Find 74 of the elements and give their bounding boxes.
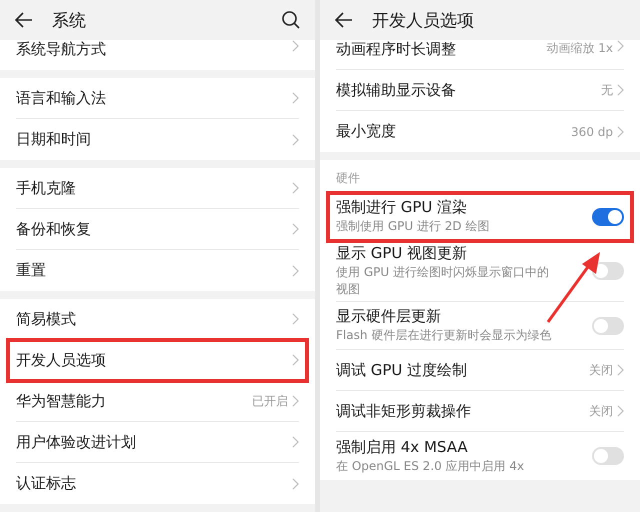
chevron-icon — [292, 395, 299, 407]
row-description: 使用 GPU 进行绘图时闪烁显示窗口中的视图 — [336, 264, 550, 298]
settings-row[interactable]: 调试 GPU 过度绘制 关闭 — [336, 350, 624, 391]
row-title: 重置 — [16, 261, 47, 280]
row-title: 模拟辅助显示设备 — [336, 80, 457, 100]
settings-row[interactable]: 调试非矩形剪裁操作 关闭 — [336, 391, 624, 432]
row-title: 用户体验改进计划 — [16, 432, 137, 452]
chevron-icon — [292, 134, 299, 146]
row-title: 调试 GPU 过度绘制 — [336, 360, 468, 380]
chevron-icon — [617, 126, 624, 138]
toggle-switch[interactable] — [592, 316, 624, 334]
row-title: 华为智慧能力 — [16, 392, 107, 410]
chevron-icon — [617, 405, 624, 417]
row-value: 动画缩放 1x — [546, 40, 613, 57]
row-title: 显示 GPU 视图更新 — [336, 244, 468, 263]
settings-row[interactable]: 日期和时间 — [16, 119, 299, 160]
page-title: 开发人员选项 — [372, 10, 475, 32]
settings-row[interactable]: 语言和输入法 — [16, 78, 299, 119]
toggle-switch[interactable] — [592, 262, 624, 280]
settings-row[interactable]: 动画程序时长调整 动画缩放 1x — [336, 40, 624, 70]
chevron-icon — [617, 84, 624, 96]
row-title: 最小宽度 — [336, 122, 397, 141]
chevron-icon — [617, 40, 624, 52]
row-title: 强制启用 4x MSAA — [336, 438, 469, 456]
chevron-icon — [292, 354, 299, 366]
back-icon[interactable] — [14, 10, 34, 30]
toggle-switch[interactable] — [592, 208, 624, 226]
row-title: 强制进行 GPU 渲染 — [336, 198, 468, 217]
row-title: 调试非矩形剪裁操作 — [336, 402, 472, 420]
row-description: 在 OpenGL ES 2.0 应用中启用 4x — [336, 458, 526, 474]
settings-row[interactable]: 手机克隆 — [16, 168, 299, 209]
settings-row[interactable]: 用户体验改进计划 — [16, 422, 299, 463]
settings-row[interactable]: 简易模式 — [16, 299, 299, 340]
row-title: 系统导航方式 — [16, 40, 107, 59]
settings-row[interactable]: 备份和恢复 — [16, 209, 299, 250]
settings-row[interactable]: 显示硬件层更新 Flash 硬件层在进行更新时会显示为绿色 — [336, 302, 624, 350]
settings-row[interactable]: 认证标志 — [16, 463, 299, 504]
row-title: 手机克隆 — [16, 178, 77, 198]
highlighted-row[interactable]: 强制进行 GPU 渲染 强制使用 GPU 进行 2D 绘图 — [328, 193, 632, 241]
row-title: 备份和恢复 — [16, 220, 92, 238]
row-value: 360 dp — [571, 124, 613, 138]
row-title: 显示硬件层更新 — [336, 307, 442, 326]
row-title: 开发人员选项 — [16, 350, 107, 370]
chevron-icon — [292, 264, 299, 276]
chevron-icon — [292, 436, 299, 448]
section-header: 硬件 — [336, 170, 361, 187]
row-description: Flash 硬件层在进行更新时会显示为绿色 — [336, 327, 552, 344]
row-description: 强制使用 GPU 进行 2D 绘图 — [336, 218, 490, 235]
back-icon[interactable] — [334, 10, 354, 30]
chevron-icon — [292, 223, 299, 235]
settings-row[interactable]: 重置 — [16, 250, 299, 291]
page-title: 系统 — [52, 10, 87, 32]
row-title: 认证标志 — [16, 474, 77, 493]
chevron-icon — [292, 313, 299, 325]
settings-row[interactable]: 华为智慧能力 已开启 — [16, 381, 299, 422]
row-value: 无 — [601, 82, 613, 98]
row-title: 简易模式 — [16, 310, 77, 328]
row-value: 已开启 — [252, 392, 288, 410]
chevron-icon — [292, 182, 299, 194]
settings-row[interactable]: 最小宽度 360 dp — [336, 111, 624, 152]
settings-row[interactable]: 强制启用 4x MSAA 在 OpenGL ES 2.0 应用中启用 4x — [336, 432, 624, 480]
chevron-icon — [292, 40, 299, 52]
highlighted-row[interactable]: 开发人员选项 — [8, 340, 307, 381]
chevron-icon — [292, 478, 299, 490]
chevron-icon — [617, 364, 624, 376]
row-value: 关闭 — [589, 362, 613, 378]
row-title: 日期和时间 — [16, 130, 92, 149]
chevron-icon — [292, 92, 299, 104]
toggle-switch[interactable] — [592, 447, 624, 465]
row-title: 动画程序时长调整 — [336, 40, 457, 59]
row-value: 关闭 — [589, 402, 613, 420]
settings-row[interactable]: 模拟辅助显示设备 无 — [336, 70, 624, 111]
row-title: 语言和输入法 — [16, 88, 107, 108]
search-icon[interactable] — [281, 10, 301, 30]
